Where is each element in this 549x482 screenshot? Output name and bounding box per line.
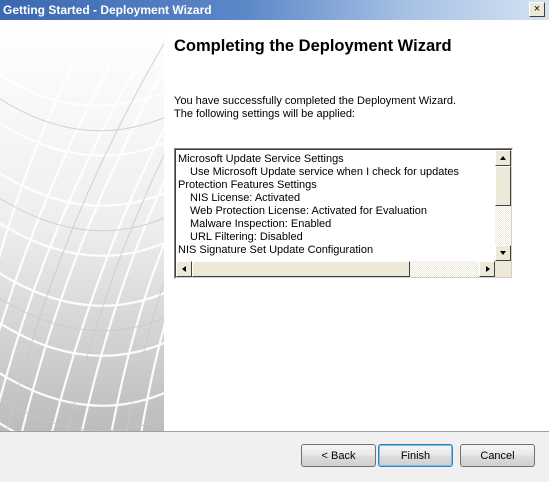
description-line-1: You have successfully completed the Depl… <box>174 95 457 107</box>
finish-button[interactable]: Finish <box>378 444 453 467</box>
scroll-up-button[interactable] <box>495 150 511 166</box>
settings-subitem: Web Protection License: Activated for Ev… <box>190 205 428 217</box>
arrow-up-icon <box>500 156 506 160</box>
settings-subitem: URL Filtering: Disabled <box>190 231 303 243</box>
settings-subitem: NIS License: Activated <box>190 192 301 204</box>
wizard-content: Completing the Deployment Wizard You hav… <box>164 20 549 431</box>
close-icon: × <box>533 3 541 15</box>
decorative-lattice-graphic <box>0 20 164 431</box>
scrollbar-corner <box>495 261 511 277</box>
settings-list-frame: Microsoft Update Service Settings Use Mic… <box>175 149 512 278</box>
settings-group-header: NIS Signature Set Update Configuration <box>178 244 374 256</box>
settings-subitem: Malware Inspection: Enabled <box>190 218 332 230</box>
settings-group-header: Microsoft Update Service Settings <box>178 153 344 165</box>
arrow-right-icon <box>486 266 490 272</box>
vertical-scroll-thumb[interactable] <box>495 166 511 206</box>
scroll-left-button[interactable] <box>176 261 192 277</box>
cancel-button[interactable]: Cancel <box>460 444 535 467</box>
completion-description: You have successfully completed the Depl… <box>174 95 534 121</box>
close-button[interactable]: × <box>529 2 545 17</box>
horizontal-scroll-thumb[interactable] <box>192 261 410 277</box>
settings-summary-list[interactable]: Microsoft Update Service Settings Use Mic… <box>174 148 513 279</box>
vertical-scrollbar[interactable] <box>495 150 511 261</box>
wizard-footer: < Back Finish Cancel <box>0 431 549 482</box>
settings-items: Microsoft Update Service Settings Use Mic… <box>178 153 496 257</box>
window-title: Getting Started - Deployment Wizard <box>3 3 212 17</box>
wizard-side-banner <box>0 20 164 431</box>
description-line-2: The following settings will be applied: <box>174 108 355 120</box>
scroll-right-button[interactable] <box>479 261 495 277</box>
settings-group-header: Protection Features Settings <box>178 179 317 191</box>
horizontal-scrollbar[interactable] <box>176 261 495 277</box>
title-bar[interactable]: Getting Started - Deployment Wizard × <box>0 0 549 20</box>
scroll-down-button[interactable] <box>495 245 511 261</box>
settings-subitem: Use Microsoft Update service when I chec… <box>190 166 460 178</box>
arrow-left-icon <box>182 266 186 272</box>
page-title: Completing the Deployment Wizard <box>174 37 452 55</box>
back-button[interactable]: < Back <box>301 444 376 467</box>
arrow-down-icon <box>500 251 506 255</box>
